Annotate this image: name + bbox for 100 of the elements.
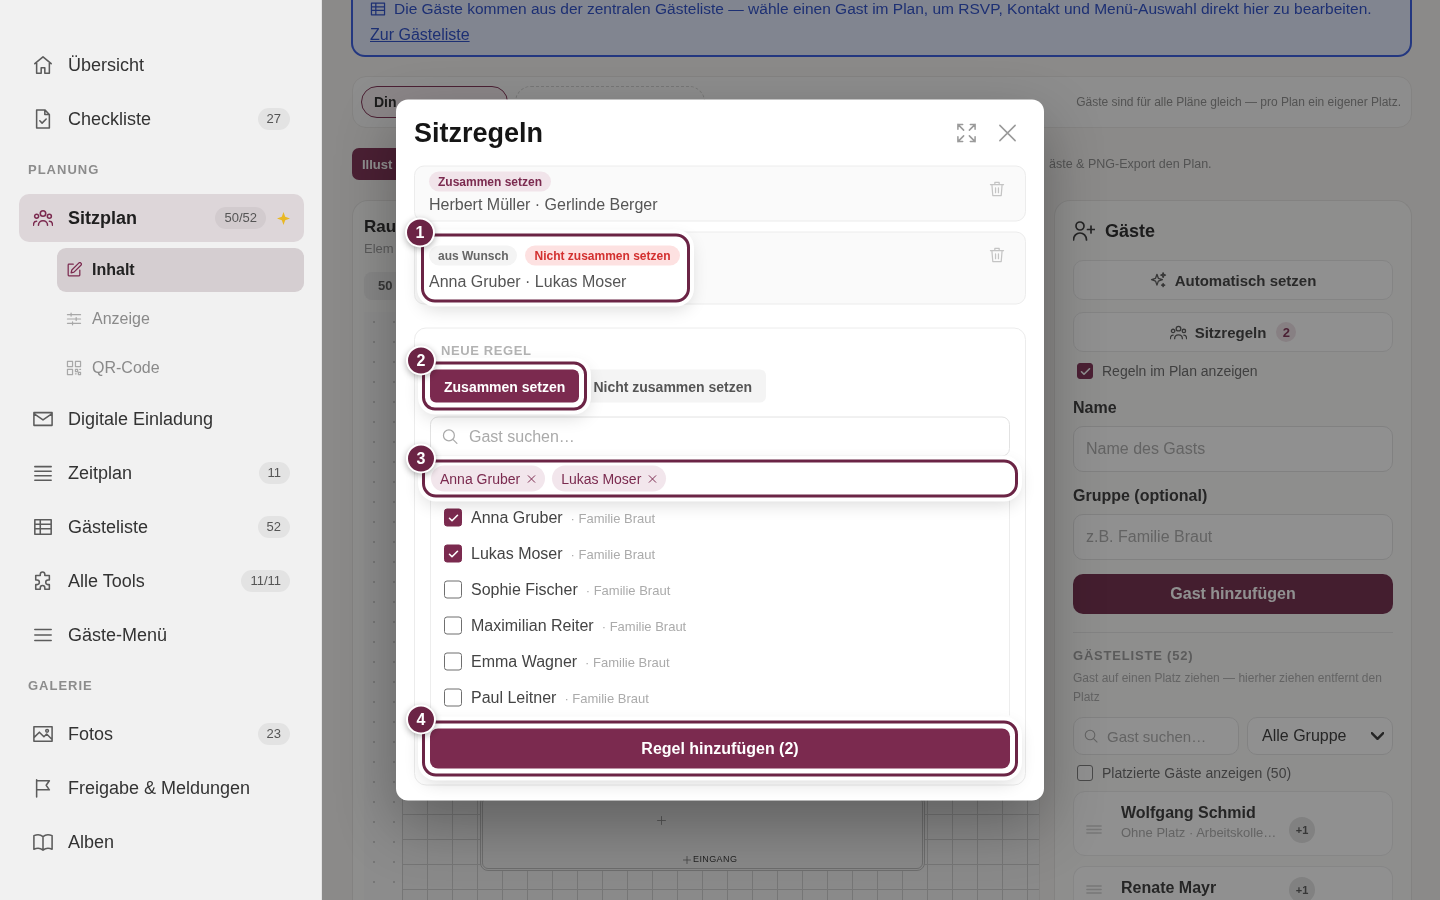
home-icon	[33, 55, 53, 75]
guest-name: Anna Gruber	[440, 470, 521, 487]
sidebar-item[interactable]: Digitale Einladung	[19, 395, 304, 443]
group-select[interactable]: Alle Gruppe	[1247, 717, 1393, 755]
count-badge: 2	[1276, 322, 1297, 342]
guest-name: Lukas Moser	[471, 544, 563, 563]
guest-group: · Familie Braut	[585, 582, 671, 597]
count-badge: 27	[257, 108, 290, 130]
hint-text: Gäste sind für alle Pläne gleich — pro Plan ein eigener Platz.	[1076, 95, 1401, 109]
entrance-label: EINGANG	[693, 854, 738, 865]
checkmark-icon	[447, 512, 459, 523]
count-badge: 52	[257, 516, 290, 538]
guest-group: · Familie Braut	[601, 618, 687, 633]
sidebar-subitem[interactable]: Inhalt	[57, 248, 304, 292]
count-badge: 11	[258, 462, 290, 484]
sidebar-item[interactable]: Sitzplan 50/52	[19, 194, 304, 242]
guest-name: Sophie Fischer	[471, 580, 578, 599]
step-badge: 1	[405, 217, 435, 248]
mail-icon	[33, 409, 53, 429]
guest-name: Paul Leitner	[471, 688, 557, 707]
close-icon[interactable]	[997, 122, 1018, 143]
table-icon	[370, 1, 386, 17]
sidebar-item[interactable]: Übersicht	[19, 41, 304, 89]
rule-type-tab[interactable]: Zusammen setzen	[430, 369, 580, 403]
step-badge: 4	[406, 704, 436, 735]
auto-assign-button[interactable]: Automatisch setzen	[1073, 260, 1393, 300]
sidebar-item[interactable]: Fotos 23	[19, 710, 304, 758]
checkbox[interactable]	[444, 508, 462, 527]
search-field[interactable]: Gast suchen…	[430, 416, 1010, 457]
plus-one-badge: +1	[1289, 816, 1315, 843]
qr-code-icon	[66, 360, 82, 376]
remove-icon[interactable]	[648, 474, 658, 483]
checkbox[interactable]	[1077, 765, 1093, 781]
checkbox[interactable]	[444, 544, 462, 563]
section-label: GALERIE	[28, 678, 94, 694]
checkbox[interactable]	[444, 616, 462, 635]
checkbox[interactable]	[444, 580, 462, 599]
sidebar-item[interactable]: Gästeliste 52	[19, 503, 304, 551]
guest-name: Renate Mayr	[1121, 879, 1218, 897]
remove-icon[interactable]	[527, 474, 537, 483]
plan-title: Rau	[364, 217, 397, 237]
people-icon	[33, 208, 53, 228]
count-badge: 11/11	[241, 570, 290, 592]
checkmark-icon	[447, 548, 459, 559]
puzzle-icon	[33, 571, 53, 591]
add-rule-button[interactable]: Regel hinzufügen (2)	[430, 728, 1010, 769]
checkbox[interactable]	[444, 652, 462, 671]
sidebar-item[interactable]: Alle Tools 11/11	[19, 557, 304, 605]
panel-title: Gäste	[1105, 220, 1156, 242]
sliders-icon	[66, 311, 82, 327]
checkbox[interactable]	[444, 688, 462, 707]
user-plus-icon	[1073, 220, 1095, 242]
step-badge: 2	[406, 345, 436, 376]
document-icon	[33, 109, 53, 129]
guest-name: Wolfgang Schmid	[1121, 804, 1257, 822]
checkmark-icon	[1079, 365, 1091, 377]
sidebar-item[interactable]: Checkliste 27	[19, 95, 304, 143]
sidebar-item[interactable]: Alben	[19, 818, 304, 866]
sidebar-item[interactable]: Gäste-Menü	[19, 611, 304, 659]
field-label: Name	[1073, 400, 1118, 416]
search-icon	[442, 428, 458, 445]
drag-handle-icon	[1086, 824, 1102, 835]
rule-guests: Herbert Müller · Gerlinde Berger	[429, 194, 658, 215]
info-text: Die Gäste kommen aus der zentralen Gästeliste — wähle einen Gast im Plan, um RSVP, Kontakt und Menü-Auswahl direkt hier zu bearbeiten.	[394, 0, 1372, 18]
chevron-down-icon	[1371, 732, 1384, 740]
checkbox-label: Platzierte Gäste anzeigen (50)	[1102, 765, 1292, 781]
guest-group: · Familie Braut	[570, 510, 656, 525]
rule-guests: Anna Gruber · Lukas Moser	[429, 271, 628, 292]
guest-name: Emma Wagner	[471, 652, 578, 671]
section-label: PLANUNG	[28, 162, 101, 178]
field-label: Gruppe (optional)	[1073, 488, 1209, 504]
sidebar-item[interactable]: Freigabe & Meldungen	[19, 764, 304, 812]
image-icon	[33, 724, 53, 744]
people-icon	[1169, 323, 1187, 341]
flag-icon	[33, 778, 53, 798]
list-icon	[33, 463, 53, 483]
edit-icon	[66, 262, 82, 278]
expand-icon[interactable]	[956, 122, 977, 143]
sparkle-icon	[1149, 271, 1167, 289]
search-icon	[1084, 729, 1098, 743]
checkbox-label: Regeln im Plan anzeigen	[1102, 363, 1258, 379]
section-label: NEUE REGEL	[440, 342, 533, 359]
sidebar-item[interactable]: Zeitplan 11	[19, 449, 304, 497]
plus-icon	[683, 855, 691, 864]
checkbox[interactable]	[1077, 363, 1093, 379]
plus-one-badge: +1	[1289, 876, 1315, 900]
seating-rules-button[interactable]: Sitzregeln 2	[1073, 312, 1393, 352]
guest-name: Maximilian Reiter	[471, 616, 594, 635]
add-guest-button[interactable]: Gast hinzufügen	[1073, 574, 1393, 614]
guest-name: Anna Gruber	[471, 508, 563, 527]
rule-tag: Zusammen setzen	[429, 171, 552, 192]
dialog-title: Sitzregeln	[414, 117, 544, 148]
plus-icon	[657, 816, 666, 825]
step-badge: 3	[406, 443, 436, 474]
guest-group: · Familie Braut	[570, 546, 656, 561]
count-badge: 50/52	[215, 207, 266, 229]
count-badge: 23	[257, 723, 290, 745]
guest-group: · Familie Braut	[564, 690, 649, 705]
book-icon	[33, 832, 53, 852]
guest-group: · Familie Braut	[585, 654, 670, 669]
